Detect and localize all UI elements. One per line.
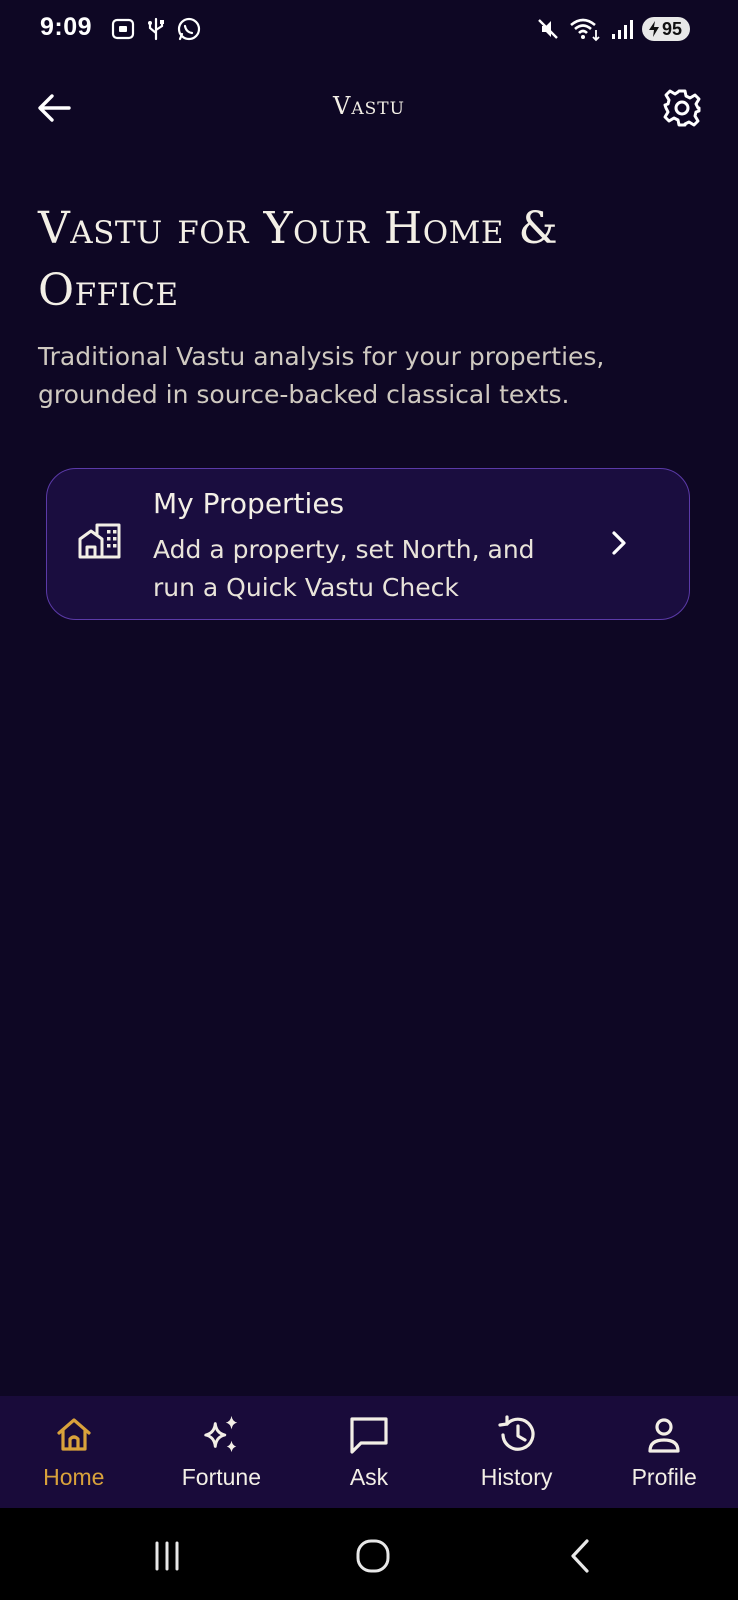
- page-title: Vastu: [333, 92, 405, 120]
- home-system-button[interactable]: [349, 1532, 397, 1580]
- buildings-icon: [78, 523, 121, 559]
- chevron-right-icon: [612, 531, 626, 555]
- signal-icon: [611, 20, 633, 39]
- whatsapp-icon: [177, 17, 201, 41]
- hero-title: Vastu for Your Home & Office: [38, 203, 559, 316]
- charging-bolt-icon: [648, 21, 659, 37]
- settings-button[interactable]: [660, 86, 704, 130]
- nav-item-fortune[interactable]: Fortune: [148, 1396, 296, 1508]
- nav-label: Home: [43, 1464, 105, 1490]
- home-circle-icon: [356, 1539, 390, 1573]
- nav-label: Ask: [349, 1464, 389, 1490]
- app-bar: Vastu: [0, 70, 738, 146]
- mute-icon: [538, 19, 558, 39]
- user-icon: [648, 1418, 680, 1453]
- nav-item-history[interactable]: History: [443, 1396, 591, 1508]
- my-properties-card[interactable]: My Properties Add a property, set North,…: [46, 468, 690, 620]
- status-left-icons: [110, 16, 202, 42]
- card-description: Add a property, set North, and run a Qui…: [153, 535, 535, 602]
- recent-apps-icon: [155, 1541, 179, 1571]
- wifi-icon: [570, 18, 600, 42]
- status-bar: 9:09 95: [0, 0, 738, 58]
- status-time: 9:09: [40, 13, 93, 41]
- usb-icon: [148, 17, 164, 41]
- home-icon: [57, 1418, 91, 1451]
- hero-subtitle: Traditional Vastu analysis for your prop…: [38, 342, 605, 409]
- recent-apps-button[interactable]: [143, 1532, 191, 1580]
- nav-label: Profile: [631, 1464, 697, 1490]
- nav-label: History: [480, 1464, 553, 1490]
- status-right-icons: 95: [536, 16, 690, 42]
- battery-indicator: 95: [641, 17, 690, 41]
- chat-bubble-icon: [350, 1417, 388, 1454]
- card-title: My Properties: [153, 487, 345, 520]
- gear-icon: [663, 89, 701, 127]
- screen-record-icon: [111, 18, 135, 40]
- history-icon: [497, 1415, 535, 1451]
- nav-item-profile[interactable]: Profile: [590, 1396, 738, 1508]
- system-back-button[interactable]: [556, 1532, 604, 1580]
- chevron-left-icon: [571, 1539, 589, 1573]
- nav-item-home[interactable]: Home: [0, 1396, 148, 1508]
- sparkles-icon: [204, 1415, 238, 1453]
- system-nav-bar: [0, 1508, 738, 1600]
- battery-level: 95: [661, 18, 682, 39]
- nav-item-ask[interactable]: Ask: [295, 1396, 443, 1508]
- nav-label: Fortune: [181, 1464, 262, 1490]
- bottom-nav: Home Fortune Ask History Profile: [0, 1396, 738, 1508]
